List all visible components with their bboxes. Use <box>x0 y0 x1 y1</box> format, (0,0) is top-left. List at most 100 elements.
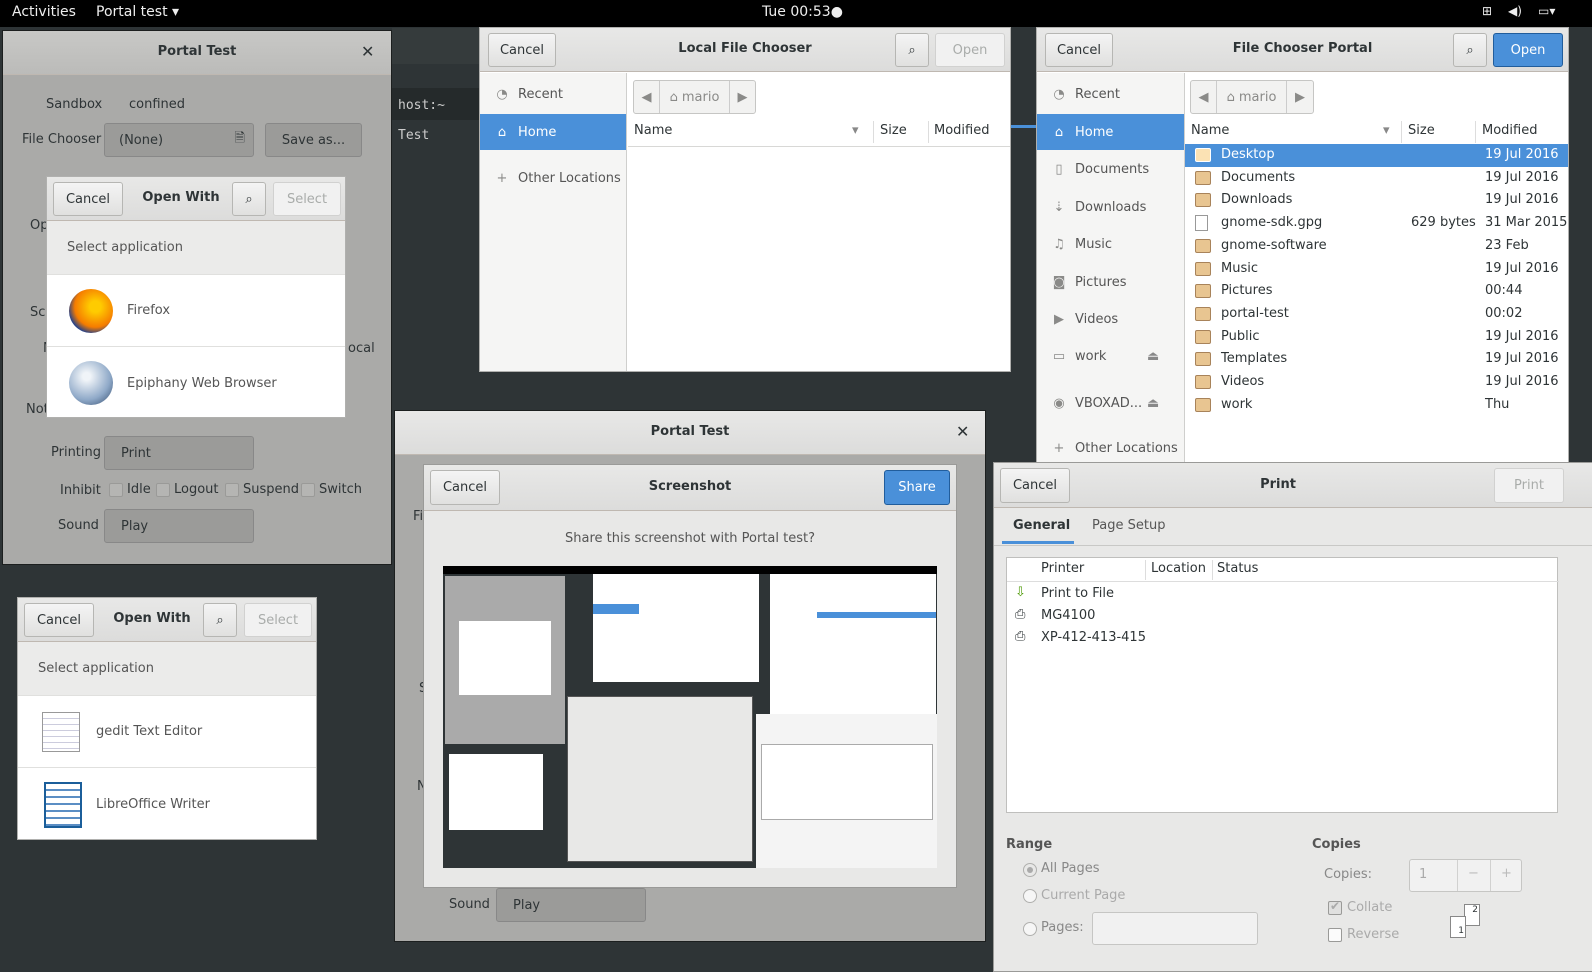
breadcrumb-home[interactable]: ⌂ mario <box>660 81 730 113</box>
col-modified[interactable]: Modified <box>934 123 989 138</box>
print-button[interactable]: Print <box>1494 468 1564 503</box>
activities-button[interactable]: Activities <box>12 4 76 20</box>
col-printer[interactable]: Printer <box>1041 561 1084 576</box>
collate-checkbox[interactable]: ✔ <box>1328 899 1342 915</box>
home-icon: ⌂ <box>669 89 678 105</box>
share-button[interactable]: Share <box>884 470 950 505</box>
idle-checkbox[interactable] <box>109 483 123 497</box>
print-button[interactable]: Print <box>104 436 254 470</box>
file-row[interactable]: Pictures 00:44 <box>1185 280 1568 303</box>
file-row[interactable]: portal-test 00:02 <box>1185 303 1568 326</box>
folder-icon <box>1195 397 1211 412</box>
open-button[interactable]: Open <box>935 33 1005 67</box>
suspend-checkbox[interactable] <box>225 483 239 497</box>
file-row[interactable]: Public 19 Jul 2016 <box>1185 326 1568 349</box>
col-status[interactable]: Status <box>1217 561 1258 576</box>
file-row[interactable]: gnome-software 23 Feb <box>1185 235 1568 258</box>
app-row-firefox[interactable]: Firefox <box>47 275 345 347</box>
printer-row[interactable]: ⎙ MG4100 <box>1007 605 1559 627</box>
file-row[interactable]: Desktop 19 Jul 2016 <box>1185 144 1568 167</box>
app-name: Firefox <box>127 303 171 318</box>
place-vboxad[interactable]: ◉ VBOXAD... ⏏ <box>1037 385 1184 421</box>
search-icon[interactable]: ⌕ <box>895 33 929 67</box>
file-row[interactable]: Templates 19 Jul 2016 <box>1185 348 1568 371</box>
search-icon[interactable]: ⌕ <box>1453 33 1487 67</box>
place-documents[interactable]: ▯ Documents <box>1037 151 1184 187</box>
inhibit-label: Inhibit <box>60 483 101 498</box>
col-size[interactable]: Size <box>1408 123 1435 138</box>
select-button[interactable]: Select <box>244 603 312 637</box>
plus-icon: + <box>496 170 508 186</box>
place-recent[interactable]: ◔ Recent <box>1037 76 1184 112</box>
printer-list[interactable]: Printer Location Status ⇩ Print to File ⎙… <box>1006 557 1559 813</box>
col-name[interactable]: Name <box>634 123 672 138</box>
file-modified: Thu <box>1485 396 1510 412</box>
printer-row[interactable]: ⎙ XP-412-413-415 <box>1007 627 1559 649</box>
battery-icon[interactable]: ▭▾ <box>1538 4 1555 18</box>
eject-icon[interactable]: ⏏ <box>1147 396 1159 411</box>
place-videos[interactable]: ▶ Videos <box>1037 301 1184 337</box>
sort-chevron-icon: ▾ <box>852 123 859 138</box>
close-icon[interactable]: ✕ <box>956 422 969 441</box>
increment-button[interactable]: + <box>1501 866 1512 881</box>
screenshot-dialog: Cancel Screenshot Share Share this scree… <box>423 464 957 888</box>
back-arrow-icon[interactable]: ◀ <box>634 81 660 113</box>
tab-general[interactable]: General <box>1013 518 1070 533</box>
pages-radio[interactable] <box>1023 922 1037 936</box>
col-modified[interactable]: Modified <box>1482 123 1537 138</box>
switch-checkbox[interactable] <box>301 483 315 497</box>
search-icon[interactable]: ⌕ <box>232 182 266 216</box>
decrement-button[interactable]: − <box>1468 866 1479 881</box>
place-home[interactable]: ⌂ Home <box>1037 114 1184 150</box>
file-row[interactable]: Downloads 19 Jul 2016 <box>1185 189 1568 212</box>
app-menu[interactable]: Portal test ▾ <box>96 4 179 20</box>
tab-page-setup[interactable]: Page Setup <box>1092 518 1165 533</box>
current-page-radio[interactable] <box>1023 889 1037 903</box>
place-downloads[interactable]: ⇣ Downloads <box>1037 189 1184 225</box>
volume-icon[interactable]: ◀) <box>1508 4 1522 18</box>
close-icon[interactable]: ✕ <box>361 42 374 61</box>
place-home[interactable]: ⌂ Home <box>480 114 626 150</box>
app-row-gedit[interactable]: gedit Text Editor <box>18 696 316 768</box>
save-as-button[interactable]: Save as... <box>265 123 362 157</box>
eject-icon[interactable]: ⏏ <box>1147 349 1159 364</box>
col-location[interactable]: Location <box>1151 561 1206 576</box>
forward-arrow-icon[interactable]: ▶ <box>1287 81 1313 113</box>
app-row-libreoffice-writer[interactable]: LibreOffice Writer <box>18 768 316 839</box>
file-row[interactable]: Music 19 Jul 2016 <box>1185 258 1568 281</box>
all-pages-radio[interactable] <box>1023 863 1037 877</box>
network-icon[interactable]: ⊞ <box>1482 4 1492 18</box>
copies-spinbutton[interactable]: 1 − + <box>1409 859 1522 892</box>
select-button[interactable]: Select <box>273 182 341 216</box>
back-arrow-icon[interactable]: ◀ <box>1191 81 1217 113</box>
file-chooser-value: (None) <box>119 132 164 148</box>
pages-input[interactable] <box>1092 912 1258 945</box>
printer-row[interactable]: ⇩ Print to File <box>1007 583 1559 605</box>
play-button[interactable]: Play <box>104 509 254 543</box>
logout-checkbox[interactable] <box>156 483 170 497</box>
place-other-locations[interactable]: + Other Locations <box>1037 430 1184 466</box>
open-button[interactable]: Open <box>1493 33 1563 67</box>
reverse-checkbox[interactable] <box>1328 928 1342 942</box>
file-row[interactable]: Documents 19 Jul 2016 <box>1185 167 1568 190</box>
play-button[interactable]: Play <box>496 888 646 922</box>
place-other-locations[interactable]: + Other Locations <box>480 160 626 196</box>
printer-name: Print to File <box>1041 586 1114 601</box>
clock[interactable]: Tue 00:53● <box>762 4 843 20</box>
col-name[interactable]: Name <box>1191 123 1229 138</box>
place-music[interactable]: ♫ Music <box>1037 226 1184 262</box>
search-icon[interactable]: ⌕ <box>203 603 237 637</box>
place-recent[interactable]: ◔ Recent <box>480 76 626 112</box>
terminal-window[interactable]: host:~ Test <box>392 28 482 168</box>
file-row[interactable]: gnome-sdk.gpg 629 bytes 31 Mar 2015 <box>1185 212 1568 235</box>
forward-arrow-icon[interactable]: ▶ <box>730 81 755 113</box>
app-row-epiphany[interactable]: Epiphany Web Browser <box>47 347 345 417</box>
file-row[interactable]: Videos 19 Jul 2016 <box>1185 371 1568 394</box>
col-size[interactable]: Size <box>880 123 907 138</box>
place-work[interactable]: ▭ work ⏏ <box>1037 338 1184 374</box>
place-pictures[interactable]: ◙ Pictures <box>1037 264 1184 300</box>
file-row[interactable]: work Thu <box>1185 394 1568 417</box>
file-label-partial: Fi <box>413 509 424 524</box>
file-chooser-combo[interactable]: (None) 🗎 <box>104 123 254 157</box>
breadcrumb-home[interactable]: ⌂ mario <box>1217 81 1287 113</box>
